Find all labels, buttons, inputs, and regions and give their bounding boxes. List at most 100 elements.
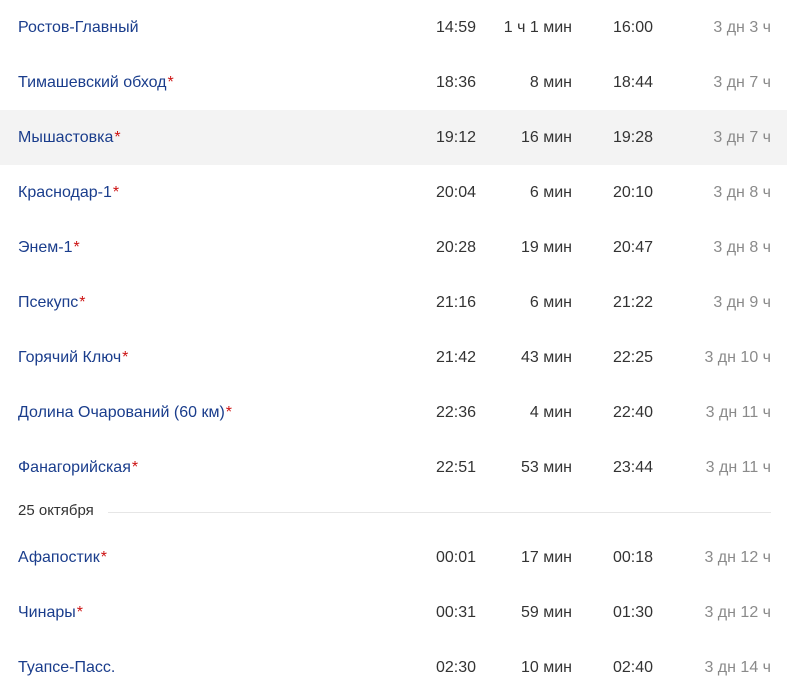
travel-time: 3 дн 12 ч	[704, 603, 771, 621]
departure-time: 00:18	[612, 548, 653, 566]
stop-duration: 43 мин	[520, 348, 572, 366]
schedule-row: Афапостик * 00:01 17 мин 00:18 3 дн 12 ч	[0, 530, 787, 585]
date-divider: 25 октября	[0, 495, 787, 530]
schedule-row: Энем-1 * 20:28 19 мин 20:47 3 дн 8 ч	[0, 220, 787, 275]
required-stop-marker: *	[76, 603, 83, 621]
schedule-row: Чинары * 00:31 59 мин 01:30 3 дн 12 ч	[0, 585, 787, 640]
required-stop-marker: *	[167, 73, 174, 91]
departure-time: 16:00	[612, 18, 653, 36]
travel-time: 3 дн 8 ч	[713, 238, 771, 256]
station-link[interactable]: Горячий Ключ	[18, 349, 121, 367]
station-link[interactable]: Мышастовка	[18, 129, 113, 147]
travel-time: 3 дн 7 ч	[713, 128, 771, 146]
schedule-row: Туапсе-Пасс. 02:30 10 мин 02:40 3 дн 14 ч	[0, 640, 787, 695]
schedule-row: Горячий Ключ * 21:42 43 мин 22:25 3 дн 10 ч	[0, 330, 787, 385]
required-stop-marker: *	[122, 348, 129, 366]
station-cell: Фанагорийская *	[18, 440, 138, 495]
arrival-time: 00:31	[435, 603, 476, 621]
travel-time: 3 дн 11 ч	[705, 458, 771, 476]
station-cell: Тимашевский обход *	[18, 55, 174, 110]
schedule-row: Тимашевский обход * 18:36 8 мин 18:44 3 дн 7 …	[0, 55, 787, 110]
station-cell: Энем-1 *	[18, 220, 80, 275]
travel-time: 3 дн 14 ч	[704, 658, 771, 676]
departure-time: 22:40	[612, 403, 653, 421]
stop-duration: 4 мин	[529, 403, 572, 421]
stop-duration: 6 мин	[529, 293, 572, 311]
schedule-row: Мышастовка * 19:12 16 мин 19:28 3 дн 7 ч	[0, 110, 787, 165]
departure-time: 18:44	[612, 73, 653, 91]
departure-time: 02:40	[612, 658, 653, 676]
schedule-row: Ростов-Главный 14:59 1 ч 1 мин 16:00 3 дн 3 …	[0, 0, 787, 55]
station-cell: Афапостик *	[18, 530, 107, 585]
required-stop-marker: *	[79, 293, 86, 311]
arrival-time: 00:01	[435, 548, 476, 566]
departure-time: 22:25	[612, 348, 653, 366]
arrival-time: 21:42	[435, 348, 476, 366]
station-link[interactable]: Тимашевский обход	[18, 74, 167, 92]
required-stop-marker: *	[112, 183, 120, 201]
stop-duration: 53 мин	[520, 458, 572, 476]
travel-time: 3 дн 9 ч	[713, 293, 771, 311]
arrival-time: 20:04	[435, 183, 476, 201]
arrival-time: 02:30	[435, 658, 476, 676]
travel-time: 3 дн 12 ч	[704, 548, 771, 566]
arrival-time: 21:16	[435, 293, 476, 311]
required-stop-marker: *	[73, 238, 80, 256]
schedule-row: Фанагорийская * 22:51 53 мин 23:44 3 дн 11 ч	[0, 440, 787, 495]
required-stop-marker: *	[100, 548, 107, 566]
stop-duration: 6 мин	[529, 183, 572, 201]
departure-time: 19:28	[612, 128, 653, 146]
stop-duration: 1 ч 1 мин	[503, 18, 572, 36]
station-cell: Мышастовка *	[18, 110, 121, 165]
travel-time: 3 дн 8 ч	[713, 183, 771, 201]
arrival-time: 18:36	[435, 73, 476, 91]
arrival-time: 14:59	[435, 18, 476, 36]
station-link[interactable]: Ростов-Главный	[18, 19, 139, 37]
required-stop-marker: *	[225, 403, 232, 421]
station-cell: Туапсе-Пасс.	[18, 640, 115, 695]
station-link[interactable]: Энем-1	[18, 239, 72, 257]
station-cell: Псекупс *	[18, 275, 85, 330]
travel-time: 3 дн 10 ч	[704, 348, 771, 366]
station-link[interactable]: Туапсе-Пасс.	[18, 659, 115, 677]
schedule-row: Долина Очарований (60 км) * 22:36 4 мин 22:4…	[0, 385, 787, 440]
schedule-row: Краснодар-1 * 20:04 6 мин 20:10 3 дн 8 ч	[0, 165, 787, 220]
stop-duration: 19 мин	[520, 238, 572, 256]
arrival-time: 22:36	[435, 403, 476, 421]
station-link[interactable]: Долина Очарований (60 км)	[18, 404, 225, 422]
arrival-time: 20:28	[435, 238, 476, 256]
station-link[interactable]: Краснодар-1	[18, 184, 112, 202]
departure-time: 21:22	[612, 293, 653, 311]
stop-duration: 16 мин	[520, 128, 572, 146]
departure-time: 20:10	[612, 183, 653, 201]
schedule-table: Ростов-Главный 14:59 1 ч 1 мин 16:00 3 дн 3 …	[0, 0, 787, 695]
stop-duration: 10 мин	[520, 658, 572, 676]
schedule-row: Псекупс * 21:16 6 мин 21:22 3 дн 9 ч	[0, 275, 787, 330]
travel-time: 3 дн 3 ч	[713, 18, 771, 36]
stop-duration: 8 мин	[529, 73, 572, 91]
departure-time: 01:30	[612, 603, 653, 621]
stop-duration: 59 мин	[520, 603, 572, 621]
schedule-group-before: Ростов-Главный 14:59 1 ч 1 мин 16:00 3 дн 3 …	[0, 0, 787, 495]
required-stop-marker: *	[114, 128, 121, 146]
station-cell: Ростов-Главный	[18, 0, 139, 55]
schedule-group-after: Афапостик * 00:01 17 мин 00:18 3 дн 12 ч Чинар…	[0, 530, 787, 695]
stop-duration: 17 мин	[520, 548, 572, 566]
departure-time: 20:47	[612, 238, 653, 256]
station-cell: Горячий Ключ *	[18, 330, 128, 385]
arrival-time: 19:12	[435, 128, 476, 146]
travel-time: 3 дн 7 ч	[713, 73, 771, 91]
date-divider-line	[108, 512, 771, 513]
travel-time: 3 дн 11 ч	[705, 403, 771, 421]
station-cell: Долина Очарований (60 км) *	[18, 385, 232, 440]
arrival-time: 22:51	[435, 458, 476, 476]
station-link[interactable]: Афапостик	[18, 549, 100, 567]
station-link[interactable]: Чинары	[18, 604, 76, 622]
station-link[interactable]: Псекупс	[18, 294, 78, 312]
station-cell: Краснодар-1 *	[18, 165, 119, 220]
station-cell: Чинары *	[18, 585, 83, 640]
departure-time: 23:44	[612, 458, 653, 476]
required-stop-marker: *	[131, 458, 139, 476]
station-link[interactable]: Фанагорийская	[18, 459, 131, 477]
date-divider-label: 25 октября	[18, 502, 104, 519]
